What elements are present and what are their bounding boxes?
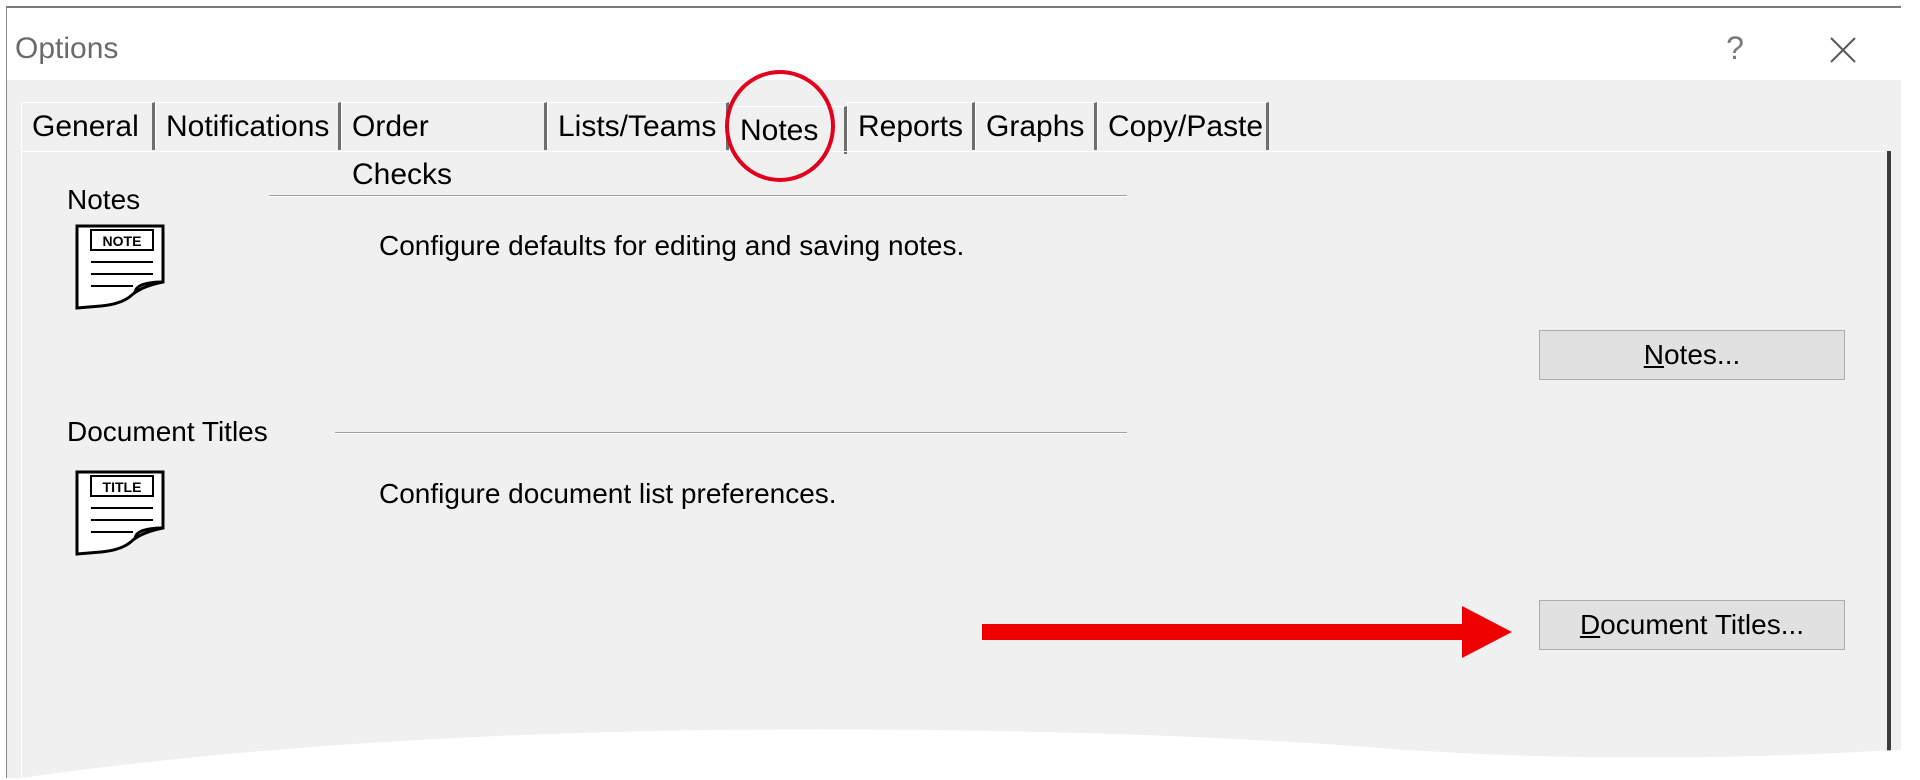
options-dialog: Options ? General Notifications Order Ch…: [6, 6, 1901, 778]
tab-label: Copy/Paste: [1108, 110, 1264, 143]
notes-button[interactable]: Notes...: [1539, 330, 1845, 380]
tab-label: Reports: [858, 110, 964, 143]
note-icon-text: NOTE: [103, 233, 142, 249]
tab-reports[interactable]: Reports: [847, 102, 975, 150]
tab-order-checks[interactable]: Order Checks: [341, 102, 547, 191]
document-titles-button[interactable]: Document Titles...: [1539, 600, 1845, 650]
close-button[interactable]: [1817, 24, 1867, 74]
document-titles-description: Configure document list preferences.: [379, 478, 837, 509]
annotation-arrow-icon: [982, 606, 1512, 658]
notes-button-label: otes...: [1663, 339, 1741, 370]
close-icon: [1830, 37, 1856, 63]
annotation-circle: [725, 70, 835, 182]
dialog-title: Options: [15, 32, 119, 65]
tab-label: Lists/Teams: [558, 110, 717, 143]
tab-label: General: [32, 110, 139, 143]
page-border: [1887, 151, 1891, 771]
tab-label: Notifications: [166, 110, 330, 143]
document-titles-button-label: ocument Titles...: [1600, 609, 1805, 640]
document-titles-group-divider: [335, 432, 1127, 434]
torn-edge: [20, 729, 1901, 778]
tab-lists-teams[interactable]: Lists/Teams: [547, 102, 729, 150]
notes-description: Configure defaults for editing and savin…: [379, 230, 965, 261]
notes-group-heading: Notes: [67, 184, 141, 215]
title-icon-text: TITLE: [103, 479, 142, 495]
tab-copy-paste[interactable]: Copy/Paste: [1097, 102, 1269, 150]
note-document-icon: NOTE: [75, 224, 165, 310]
document-titles-button-mnemonic: D: [1579, 609, 1601, 640]
tab-general[interactable]: General: [21, 102, 155, 150]
tab-graphs[interactable]: Graphs: [975, 102, 1097, 150]
tab-label: Graphs: [986, 110, 1085, 143]
title-document-icon: TITLE: [75, 470, 165, 556]
document-titles-group-heading: Document Titles: [67, 416, 268, 447]
help-button[interactable]: ?: [1715, 28, 1755, 68]
title-bar: Options ?: [7, 8, 1901, 80]
notes-group-divider: [269, 195, 1127, 197]
notes-button-mnemonic: N: [1643, 339, 1664, 370]
tab-notifications[interactable]: Notifications: [155, 102, 341, 150]
